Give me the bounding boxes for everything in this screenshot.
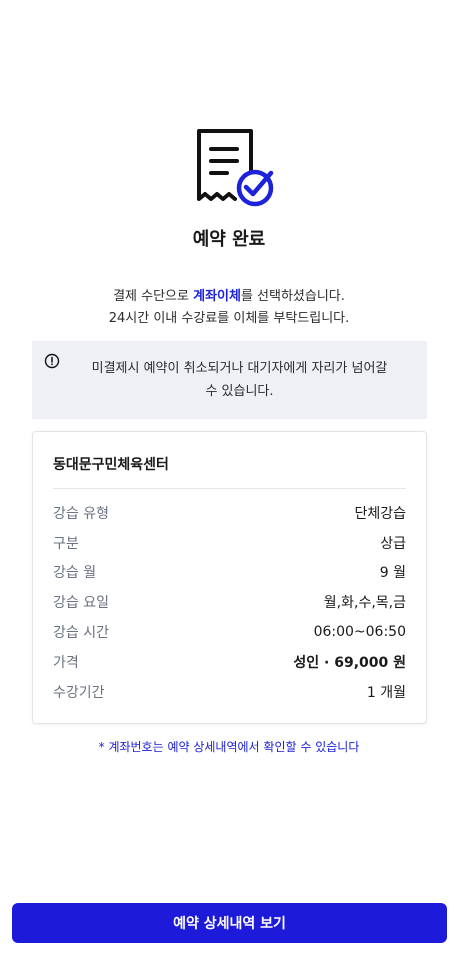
account-number-footnote: * 계좌번호는 예약 상세내역에서 확인할 수 있습니다 (98, 740, 360, 754)
row-value: 9 월 (379, 565, 406, 582)
payment-method-highlight: 계좌이체 (193, 289, 241, 304)
summary-row-level: 구분 상급 (53, 528, 406, 558)
row-label: 가격 (53, 654, 79, 671)
row-label: 강습 시간 (53, 625, 109, 642)
payment-message-line2: 24시간 이내 수강료를 이체를 부탁드립니다. (108, 311, 350, 326)
notice-text-line1: 미결제시 예약이 취소되거나 대기자에게 자리가 넘어갈 (91, 361, 388, 376)
row-value: 상급 (380, 535, 406, 552)
summary-row-month: 강습 월 9 월 (53, 558, 406, 588)
payment-message: 결제 수단으로 계좌이체를 선택하셨습니다. 24시간 이내 수강료를 이체를 … (0, 286, 458, 330)
summary-rows: 강습 유형 단체강습 구분 상급 강습 월 9 월 강습 요일 월,화,수,목,… (53, 498, 406, 707)
payment-message-part1: 결제 수단으로 (113, 289, 194, 304)
summary-row-time: 강습 시간 06:00~06:50 (53, 617, 406, 647)
row-value: 06:00~06:50 (313, 624, 406, 641)
summary-row-days: 강습 요일 월,화,수,목,금 (53, 587, 406, 617)
receipt-check-icon (197, 129, 274, 207)
row-label: 강습 요일 (53, 595, 109, 612)
summary-row-price: 가격 성인 · 69,000 원 (53, 647, 406, 677)
reservation-summary-card: 동대문구민체육센터 강습 유형 단체강습 구분 상급 강습 월 9 월 강습 요… (32, 431, 427, 724)
payment-message-part2: 를 선택하셨습니다. (240, 289, 345, 304)
page-title: 예약 완료 (192, 229, 266, 250)
summary-row-period: 수강기간 1 개월 (53, 677, 406, 707)
card-divider (53, 488, 406, 489)
row-value: 월,화,수,목,금 (323, 595, 406, 612)
facility-name: 동대문구민체육센터 (53, 457, 169, 473)
notice-text: 미결제시 예약이 취소되거나 대기자에게 자리가 넘어갈 수 있습니다. (62, 357, 417, 403)
row-value: 성인 · 69,000 원 (293, 654, 406, 671)
row-label: 강습 유형 (53, 505, 109, 522)
warning-notice: 미결제시 예약이 취소되거나 대기자에게 자리가 넘어갈 수 있습니다. (32, 341, 427, 419)
alert-circle-icon (44, 353, 60, 369)
row-value: 1 개월 (366, 684, 406, 701)
row-value: 단체강습 (354, 505, 406, 522)
payment-message-line1: 결제 수단으로 계좌이체를 선택하셨습니다. (0, 286, 458, 308)
row-label: 수강기간 (53, 684, 105, 701)
notice-text-line2: 수 있습니다. (205, 384, 274, 399)
view-reservation-details-button[interactable]: 예약 상세내역 보기 (12, 903, 447, 943)
row-label: 강습 월 (53, 565, 97, 582)
summary-row-lesson-type: 강습 유형 단체강습 (53, 498, 406, 528)
row-label: 구분 (53, 535, 79, 552)
